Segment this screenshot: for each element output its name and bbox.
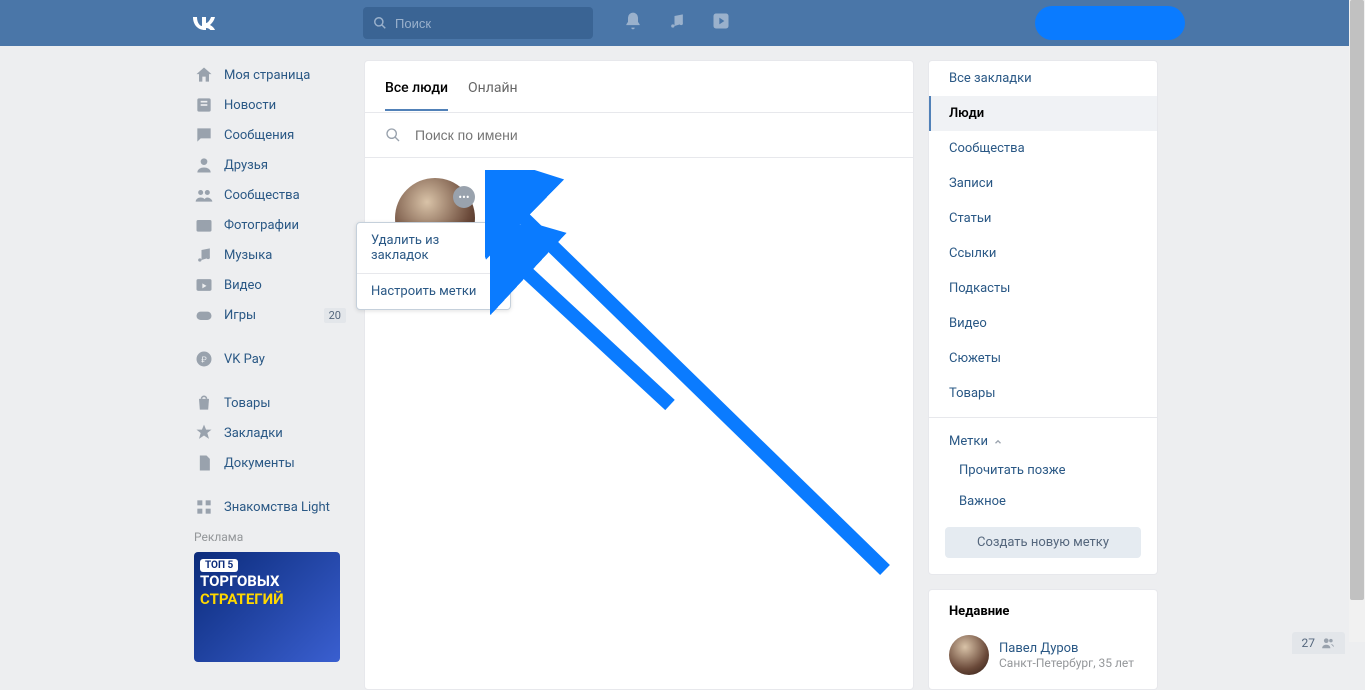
filter-people[interactable]: Люди [929, 96, 1157, 131]
context-menu: Удалить из закладок Настроить метки [356, 222, 511, 310]
nav-item-home[interactable]: Моя страница [188, 60, 350, 90]
name-search-row [365, 113, 913, 158]
people-icon [1321, 636, 1335, 650]
filter-links[interactable]: Ссылки [929, 236, 1157, 271]
nav-label: Фотографии [224, 218, 299, 233]
vkpay-icon: ₽ [194, 349, 214, 369]
nav-item-music[interactable]: Музыка [188, 240, 350, 270]
nav-item-news[interactable]: Новости [188, 90, 350, 120]
filter-groups[interactable]: Сообщества [929, 131, 1157, 166]
nav-item-games[interactable]: Игры 20 [188, 300, 350, 330]
play-icon[interactable] [711, 11, 731, 35]
nav-item-video[interactable]: Видео [188, 270, 350, 300]
filter-market[interactable]: Товары [929, 376, 1157, 411]
filter-posts[interactable]: Записи [929, 166, 1157, 201]
search-icon [373, 16, 387, 30]
nav-item-groups[interactable]: Сообщества [188, 180, 350, 210]
left-nav: Моя страница Новости Сообщения Друзья Сообще… [188, 60, 350, 690]
messages-float-badge[interactable]: 27 [1292, 632, 1346, 654]
avatar [949, 635, 989, 675]
nav-item-friends[interactable]: Друзья [188, 150, 350, 180]
market-icon [194, 393, 214, 413]
nav-label: Друзья [224, 158, 268, 173]
recent-sub: Санкт-Петербург, 35 лет [999, 656, 1134, 670]
main-card: Все людиОнлайн ••• Павел Дуров [364, 60, 914, 690]
header-search[interactable] [363, 7, 593, 39]
nav-label: Сообщения [224, 128, 294, 143]
svg-text:₽: ₽ [201, 355, 207, 365]
filters-card: Все закладкиЛюдиСообществаЗаписиСтатьиСс… [928, 60, 1158, 575]
filter-articles[interactable]: Статьи [929, 201, 1157, 236]
music-icon [194, 245, 214, 265]
nav-label: Знакомства Light [224, 500, 330, 515]
search-icon [385, 127, 401, 143]
nav-item-dating[interactable]: Знакомства Light [188, 492, 350, 522]
nav-label: Музыка [224, 248, 272, 263]
right-side: Все закладкиЛюдиСообществаЗаписиСтатьиСс… [928, 60, 1158, 690]
friends-icon [194, 155, 214, 175]
nav-item-photos[interactable]: Фотографии [188, 210, 350, 240]
recent-header: Недавние [929, 590, 1157, 629]
tab-online[interactable]: Онлайн [468, 63, 518, 111]
news-icon [194, 95, 214, 115]
nav-item-messages[interactable]: Сообщения [188, 120, 350, 150]
menu-configure-tags[interactable]: Настроить метки [357, 274, 510, 309]
recent-name: Павел Дуров [999, 641, 1134, 656]
nav-label: Товары [224, 396, 270, 411]
notifications-icon[interactable] [623, 11, 643, 35]
filter-stories[interactable]: Сюжеты [929, 341, 1157, 376]
nav-badge: 20 [324, 308, 346, 323]
user-profile-area[interactable] [1035, 6, 1185, 40]
header-search-input[interactable] [395, 16, 583, 31]
nav-label: Документы [224, 456, 295, 471]
name-search-input[interactable] [415, 127, 893, 143]
groups-icon [194, 185, 214, 205]
games-icon [194, 305, 214, 325]
video-icon [194, 275, 214, 295]
nav-label: Видео [224, 278, 262, 293]
messages-icon [194, 125, 214, 145]
more-button[interactable]: ••• [453, 186, 475, 208]
ad-banner[interactable]: ТОП 5 ТОРГОВЫХ СТРАТЕГИЙ [194, 552, 340, 662]
nav-label: Моя страница [224, 68, 310, 83]
chevron-up-icon [993, 437, 1003, 447]
filter-podcasts[interactable]: Подкасты [929, 271, 1157, 306]
create-tag-button[interactable]: Создать новую метку [945, 527, 1141, 558]
filter-video[interactable]: Видео [929, 306, 1157, 341]
nav-label: Сообщества [224, 188, 300, 203]
recent-card: Недавние Павел Дуров Санкт-Петербург, 35… [928, 589, 1158, 690]
filter-all[interactable]: Все закладки [929, 61, 1157, 96]
docs-icon [194, 453, 214, 473]
nav-item-docs[interactable]: Документы [188, 448, 350, 478]
tabs: Все люди Онлайн [365, 61, 913, 113]
nav-label: Закладки [224, 426, 283, 441]
vk-logo[interactable] [190, 11, 218, 36]
scrollbar[interactable] [1349, 0, 1365, 642]
tag-item[interactable]: Важное [929, 486, 1157, 517]
music-icon[interactable] [667, 11, 687, 35]
nav-label: VK Pay [224, 352, 265, 367]
nav-label: Новости [224, 98, 276, 113]
nav-item-market[interactable]: Товары [188, 388, 350, 418]
nav-label: Игры [224, 308, 256, 323]
bookmarks-icon [194, 423, 214, 443]
tab-all[interactable]: Все люди [385, 63, 448, 111]
top-header [0, 0, 1365, 46]
nav-item-vkpay[interactable]: ₽ VK Pay [188, 344, 350, 374]
home-icon [194, 65, 214, 85]
ad-label: Реклама [188, 522, 350, 548]
recent-item[interactable]: Павел Дуров Санкт-Петербург, 35 лет [929, 629, 1157, 689]
menu-remove-bookmark[interactable]: Удалить из закладок [357, 223, 510, 273]
dating-icon [194, 497, 214, 517]
tags-header[interactable]: Метки [929, 424, 1157, 455]
tag-item[interactable]: Прочитать позже [929, 455, 1157, 486]
photos-icon [194, 215, 214, 235]
nav-item-bookmarks[interactable]: Закладки [188, 418, 350, 448]
